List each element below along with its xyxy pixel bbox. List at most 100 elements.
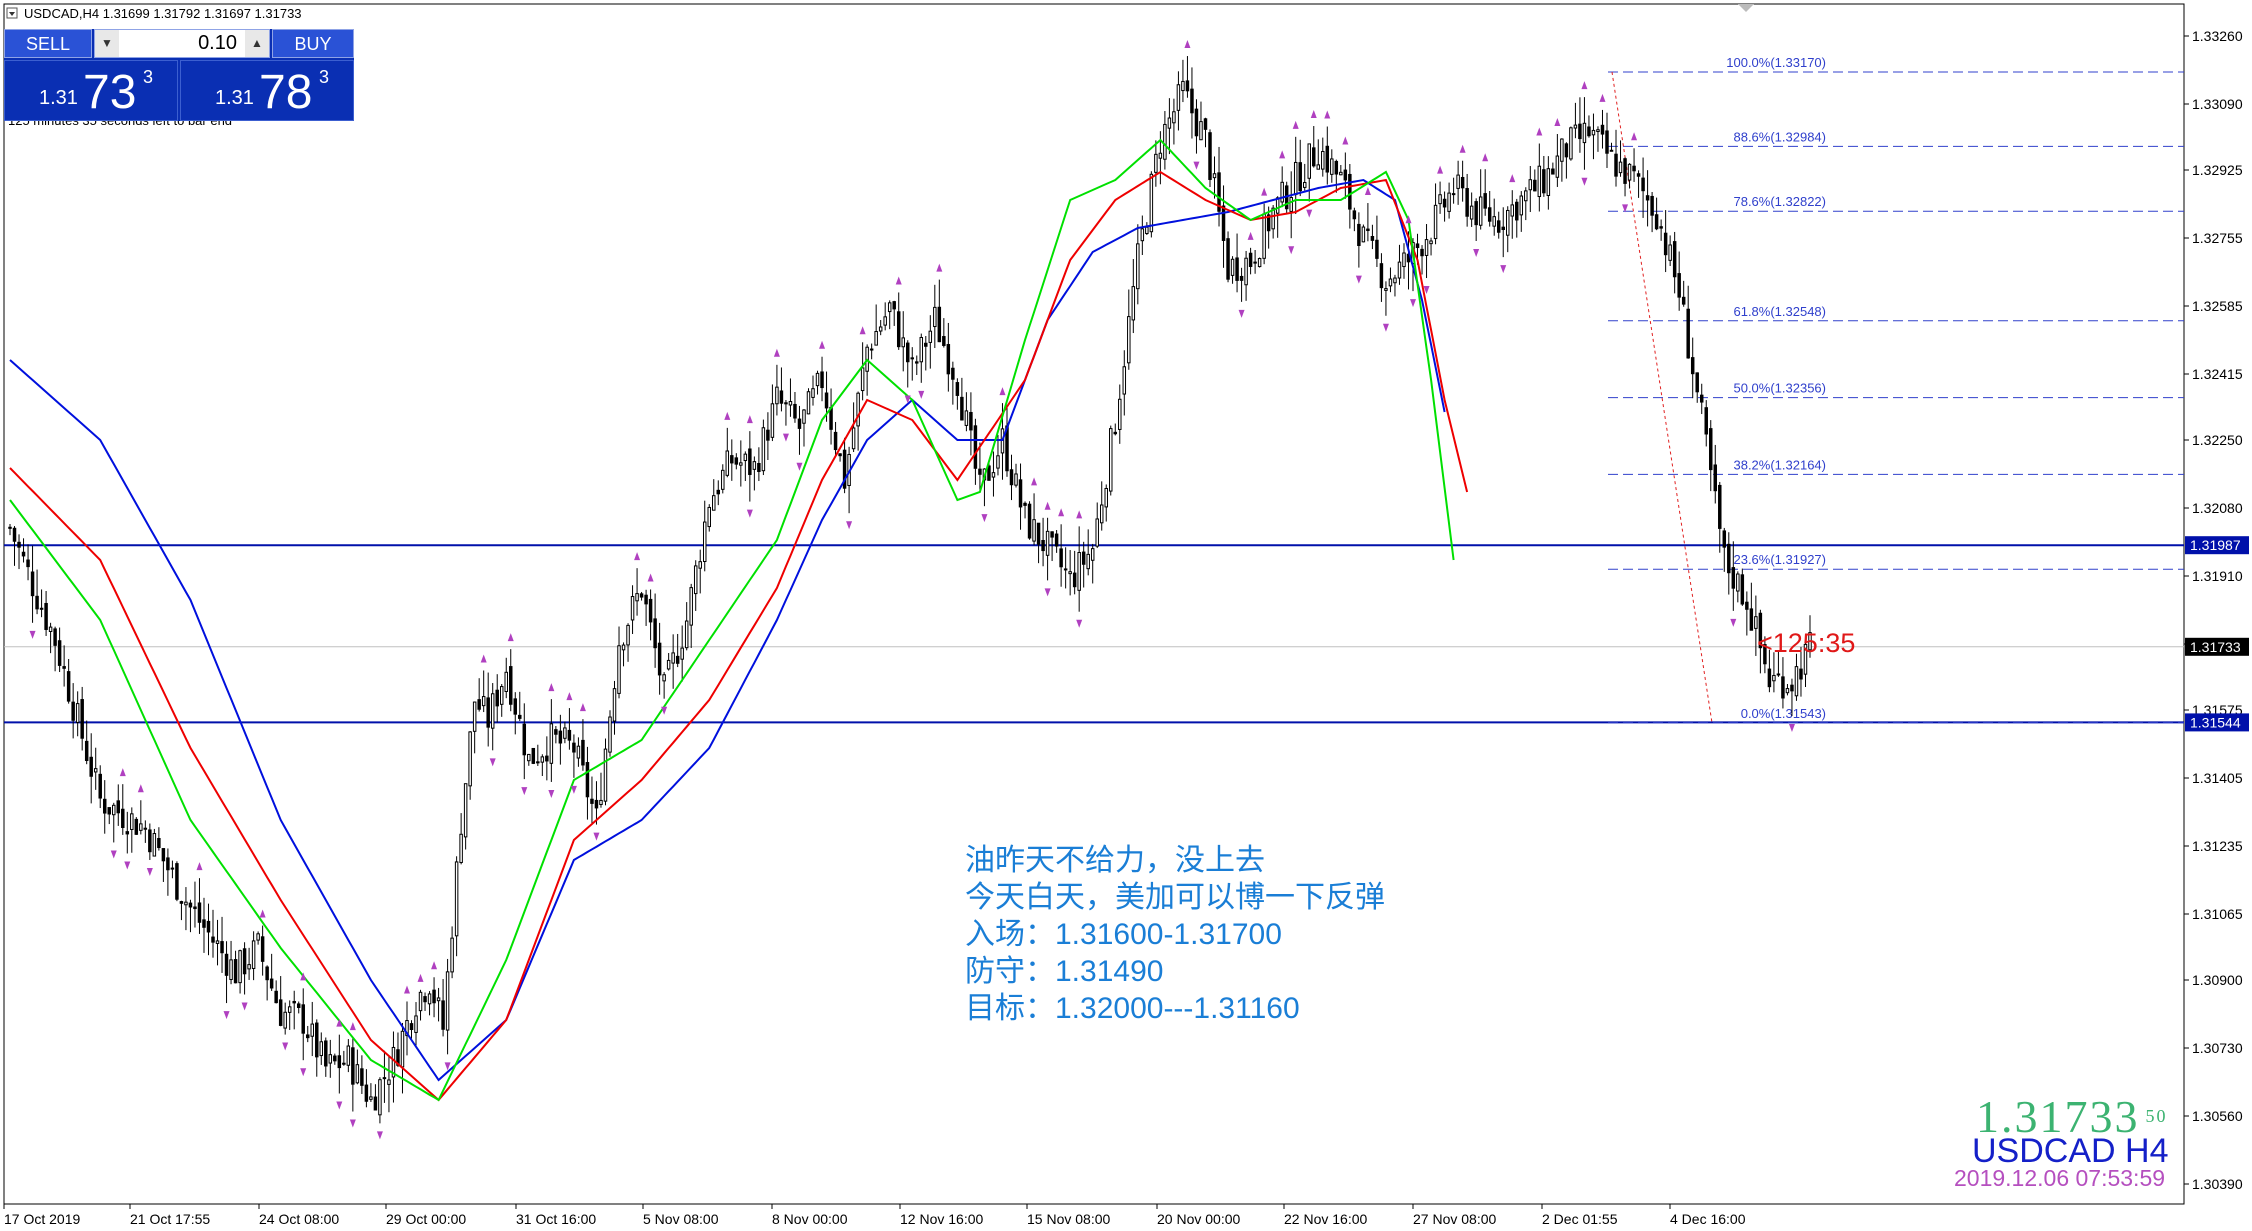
candle-body <box>211 936 215 943</box>
candle-body <box>689 587 693 626</box>
candle-body <box>1618 161 1623 174</box>
candle-body <box>1578 123 1582 140</box>
candle-body <box>896 311 901 348</box>
candle-body <box>1790 684 1794 692</box>
buy-price-pips: 78 <box>259 66 313 119</box>
candle-body <box>477 699 481 710</box>
lot-size-value[interactable]: 0.10 <box>121 30 243 57</box>
candle-body <box>75 703 80 723</box>
sell-quote[interactable]: 1.31 73 3 <box>4 60 178 121</box>
candle-body <box>716 489 721 495</box>
candle-body <box>1641 177 1645 192</box>
candle-body <box>639 593 644 598</box>
candle-body <box>1330 158 1334 175</box>
candle-body <box>657 642 662 676</box>
candle-body <box>721 469 725 490</box>
candle-body <box>1451 193 1456 196</box>
candle-body <box>1420 248 1424 257</box>
candle-body <box>1244 257 1248 286</box>
x-tick-label: 17 Oct 2019 <box>4 1211 80 1227</box>
candle-body <box>1533 179 1537 192</box>
candle-body <box>748 448 752 475</box>
lot-decrease-icon[interactable]: ▼ <box>95 30 119 57</box>
y-tick-label: 1.32925 <box>2192 162 2243 178</box>
candle-body <box>152 833 157 857</box>
candle-body <box>44 602 48 630</box>
candle-body <box>1176 84 1181 111</box>
candle-body <box>206 920 211 933</box>
candle-body <box>170 867 175 870</box>
candle-body <box>1131 286 1136 321</box>
candle-body <box>1456 174 1460 189</box>
candle-body <box>797 418 802 429</box>
candle-body <box>1722 530 1727 548</box>
candle-body <box>666 659 671 670</box>
candle-body <box>1528 179 1533 191</box>
candle-body <box>1253 261 1257 264</box>
y-tick-label: 1.31910 <box>2192 568 2243 584</box>
buy-quote[interactable]: 1.31 78 3 <box>180 60 354 121</box>
candle-body <box>522 723 527 756</box>
lot-increase-icon[interactable]: ▲ <box>245 30 269 57</box>
candle-body <box>1519 195 1524 216</box>
price-chart[interactable]: 100.0%(1.33170) 88.6%(1.32984) 78.6%(1.328… <box>0 0 2252 1231</box>
candle-body <box>1727 543 1731 574</box>
candle-body <box>35 595 39 610</box>
fib-level-label: 88.6%(1.32984) <box>1733 129 1826 144</box>
candle-body <box>490 693 495 729</box>
candle-body <box>328 1054 333 1064</box>
candle-body <box>1167 117 1172 129</box>
candle-body <box>824 392 829 409</box>
candle-body <box>1127 316 1131 364</box>
chart-title: USDCAD,H4 1.31699 1.31792 1.31697 1.3173… <box>24 6 302 21</box>
candle-body <box>567 729 572 741</box>
candle-body <box>1325 145 1330 173</box>
candle-body <box>351 1047 355 1085</box>
candle-body <box>1321 150 1325 170</box>
y-tick-label: 1.30560 <box>2192 1108 2243 1124</box>
candle-body <box>964 410 969 426</box>
candle-body <box>874 331 878 346</box>
sell-button[interactable]: SELL <box>4 29 92 58</box>
candle-body <box>499 686 504 705</box>
candle-body <box>545 755 549 762</box>
candle-body <box>1384 288 1388 291</box>
buy-button[interactable]: BUY <box>272 29 354 58</box>
candle-body <box>1569 127 1573 160</box>
candle-body <box>1257 258 1262 268</box>
candle-body <box>57 640 62 666</box>
candle-body <box>197 902 202 923</box>
candle-body <box>1199 121 1203 141</box>
candle-body <box>1221 205 1226 241</box>
candle-body <box>1785 688 1790 694</box>
candle-body <box>978 468 982 475</box>
candle-body <box>175 863 179 900</box>
candle-body <box>53 628 57 646</box>
candle-body <box>1302 182 1307 188</box>
candle-body <box>928 330 933 343</box>
candle-body <box>274 990 278 1004</box>
candle-body <box>1776 673 1781 676</box>
lot-size-field[interactable]: ▼ 0.10 ▲ <box>94 29 270 58</box>
candle-body <box>766 429 770 441</box>
candle-body <box>80 699 84 739</box>
candle-body <box>1587 126 1591 137</box>
candle-body <box>851 427 856 450</box>
candle-body <box>1226 238 1230 280</box>
candle-body <box>287 1006 292 1013</box>
sell-price-pips: 73 <box>83 66 137 119</box>
symbol-dropdown-icon[interactable] <box>6 7 18 19</box>
candle-body <box>1312 147 1316 167</box>
candle-body <box>1605 130 1609 154</box>
candle-body <box>1772 674 1776 682</box>
candle-body <box>887 302 892 313</box>
candle-body <box>1068 571 1072 575</box>
candle-body <box>955 382 960 396</box>
candle-body <box>387 1079 391 1085</box>
candle-body <box>513 698 518 715</box>
candle-body <box>215 940 220 944</box>
candle-body <box>121 808 125 828</box>
x-tick-label: 31 Oct 16:00 <box>516 1211 596 1227</box>
candle-body <box>1546 168 1551 196</box>
candle-body <box>1442 198 1447 208</box>
